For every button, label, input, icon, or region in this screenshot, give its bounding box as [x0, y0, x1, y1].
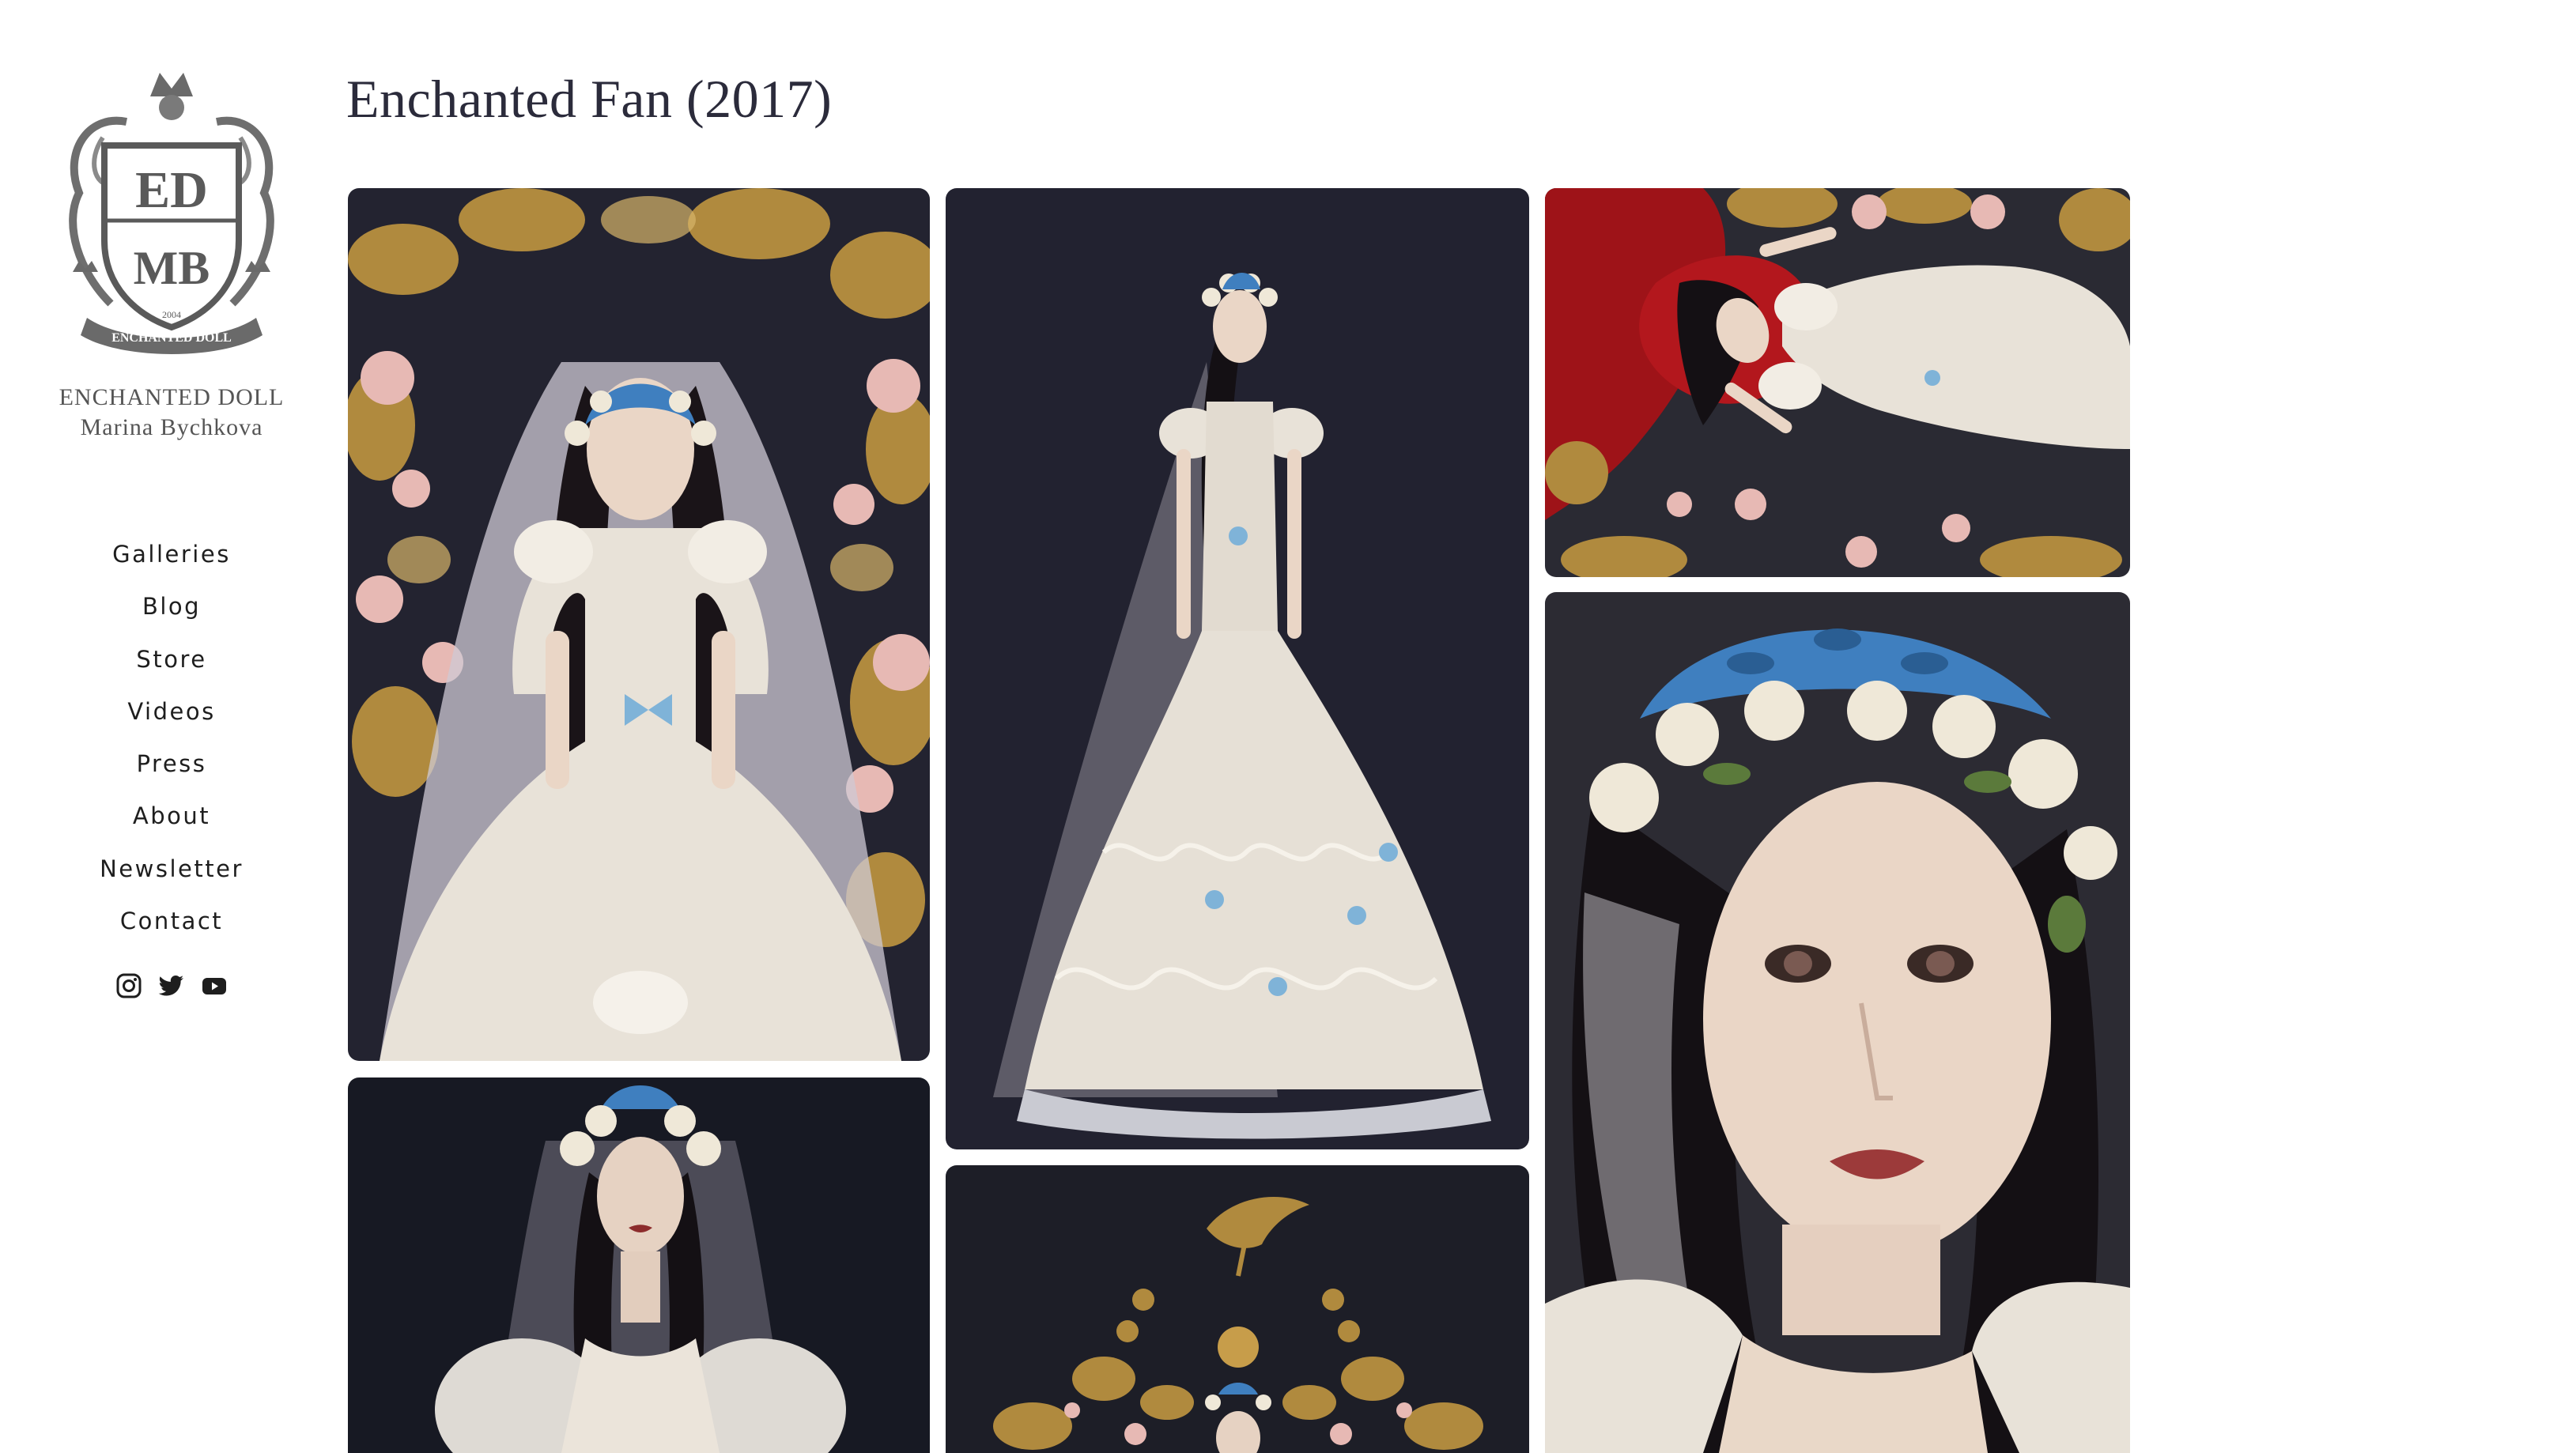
gallery-image-6[interactable] [946, 1165, 1529, 1453]
doll-seated-image [348, 188, 930, 1061]
nav-item-blog[interactable]: Blog [142, 583, 201, 629]
doll-portrait-image [348, 1077, 930, 1453]
logo[interactable]: ED MB ENCHANTED DOLL 2004 [55, 66, 288, 360]
crest-logo-icon: ED MB ENCHANTED DOLL 2004 [69, 73, 274, 354]
sidebar: ED MB ENCHANTED DOLL 2004 ENCHANTED DOLL… [0, 0, 343, 1453]
youtube-icon[interactable] [201, 972, 228, 999]
artist-name: Marina Bychkova [80, 414, 263, 440]
gallery-image-1[interactable] [348, 188, 930, 1061]
brand-name: ENCHANTED DOLL [59, 384, 285, 410]
svg-text:MB: MB [134, 242, 210, 294]
doll-full-length-image [946, 188, 1529, 1149]
nav-item-press[interactable]: Press [137, 741, 207, 787]
svg-text:2004: 2004 [162, 309, 181, 320]
nav-item-store[interactable]: Store [136, 636, 206, 682]
social-links [0, 972, 343, 999]
gallery-image-2[interactable] [946, 188, 1529, 1149]
nav-item-videos[interactable]: Videos [127, 689, 215, 734]
twitter-icon[interactable] [158, 972, 185, 999]
svg-text:ED: ED [135, 161, 208, 219]
nav-item-newsletter[interactable]: Newsletter [100, 846, 244, 892]
nav-item-about[interactable]: About [133, 793, 210, 839]
doll-fan-image [946, 1165, 1529, 1453]
svg-text:ENCHANTED DOLL: ENCHANTED DOLL [111, 331, 232, 345]
gallery-image-5[interactable] [348, 1077, 930, 1453]
page-title: Enchanted Fan (2017) [346, 69, 833, 129]
gallery-image-3[interactable] [1545, 188, 2130, 577]
gallery-image-4[interactable] [1545, 592, 2130, 1453]
nav-item-contact[interactable]: Contact [120, 898, 223, 944]
doll-lying-image [1545, 188, 2130, 577]
doll-closeup-image [1545, 592, 2130, 1453]
instagram-icon[interactable] [115, 972, 142, 999]
nav-item-galleries[interactable]: Galleries [112, 531, 231, 577]
